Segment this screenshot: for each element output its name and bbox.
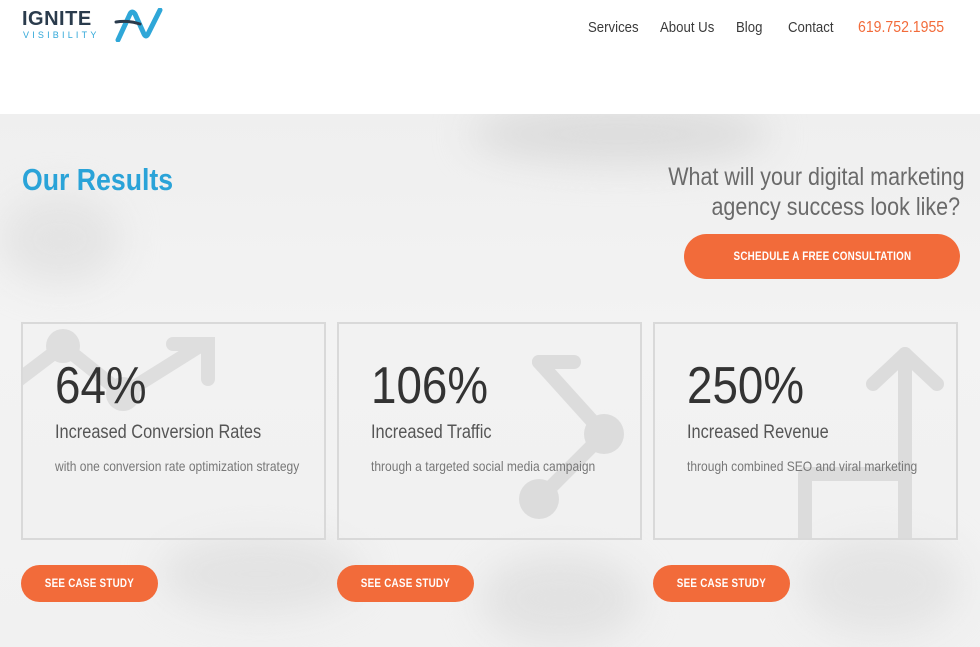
see-case-study-button-3[interactable]: SEE CASE STUDY [653,565,790,602]
nav-blog[interactable]: Blog [736,19,762,36]
result-card-conversion: 64% Increased Conversion Rates with one … [21,322,326,540]
schedule-consultation-button[interactable]: SCHEDULE A FREE CONSULTATION [684,234,960,279]
result-card-traffic: 106% Increased Traffic through a targete… [337,322,642,540]
stat-description: through a targeted social media campaign [371,458,596,474]
logo-mark-icon [114,8,163,42]
see-case-study-label: SEE CASE STUDY [44,576,135,590]
background-blur [160,534,360,614]
nav-services[interactable]: Services [588,19,639,36]
stat-value: 250% [687,357,805,415]
see-case-study-button-1[interactable]: SEE CASE STUDY [21,565,158,602]
logo-wordmark: IGNITE [22,8,92,30]
background-blur [470,114,770,164]
question-line-2: agency success look like? [711,193,960,221]
stat-value: 64% [55,357,147,415]
stat-description: with one conversion rate optimization st… [55,458,300,474]
see-case-study-label: SEE CASE STUDY [360,576,451,590]
nav-about-us[interactable]: About Us [660,19,714,36]
logo-subtitle: VISIBILITY [23,30,100,40]
consultation-question: What will your digital marketing agency … [620,162,964,222]
background-blur [0,194,120,284]
result-card-revenue: 250% Increased Revenue through combined … [653,322,958,540]
background-blur [800,534,960,634]
nav-phone-number[interactable]: 619.752.1955 [858,19,944,37]
schedule-consultation-label: SCHEDULE A FREE CONSULTATION [733,249,911,263]
stat-label: Increased Revenue [687,422,829,443]
stat-label: Increased Traffic [371,422,492,443]
background-blur [480,554,640,644]
section-title: Our Results [22,162,174,197]
results-section: Our Results What will your digital marke… [0,114,980,647]
see-case-study-label: SEE CASE STUDY [676,576,767,590]
question-line-1: What will your digital marketing [668,163,965,191]
stat-description: through combined SEO and viral marketing [687,458,918,474]
ignite-visibility-logo[interactable]: IGNITE VISIBILITY [22,8,172,44]
see-case-study-button-2[interactable]: SEE CASE STUDY [337,565,474,602]
stat-label: Increased Conversion Rates [55,422,262,443]
site-header: IGNITE VISIBILITY Services About Us Blog… [0,0,980,114]
nav-contact[interactable]: Contact [788,19,833,36]
main-nav: Services About Us Blog Contact 619.752.1… [580,19,980,39]
stat-value: 106% [371,357,489,415]
